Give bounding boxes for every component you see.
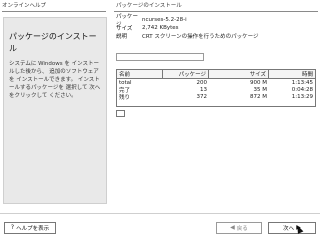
help-description: システムに Windows を インストールした後から、 追加のソフトウェアを … xyxy=(9,61,101,99)
info-row-size: サイズ 2,742 KBytes xyxy=(116,24,316,32)
help-icon: ? xyxy=(10,224,15,231)
info-key: 説明 xyxy=(116,34,128,40)
help-panel: パッケージのインストール システムに Windows を インストールした後から… xyxy=(3,17,107,204)
detail-toggle-box[interactable] xyxy=(116,110,125,117)
cell-name: 残り xyxy=(119,94,131,101)
info-key: サイズ xyxy=(116,26,133,32)
arrow-left-icon: ◀ xyxy=(230,224,235,231)
back-button[interactable]: ◀ 戻る xyxy=(216,222,262,234)
help-button[interactable]: ? ヘルプを表示 xyxy=(4,222,56,234)
package-filter-input[interactable] xyxy=(116,53,204,61)
info-value: ncurses-5.2-28-i xyxy=(142,17,187,23)
column-header-packages: パッケージ xyxy=(163,70,209,78)
column-header-name: 名前 xyxy=(117,70,163,78)
next-button[interactable]: 次へ ▶ xyxy=(268,222,316,234)
info-row-description: 説明 CRT スクリーンの操作を行うためのパッケージ xyxy=(116,32,316,40)
button-bar-divider xyxy=(0,213,320,214)
page-title: パッケージのインストール xyxy=(116,3,182,9)
package-info: パッケージ ncurses-5.2-28-i サイズ 2,742 KBytes … xyxy=(116,14,316,40)
cell-time: 0:04:28 xyxy=(291,86,313,93)
cell-size: 872 M xyxy=(250,93,267,100)
next-button-label: 次へ xyxy=(283,226,295,232)
cell-packages: 372 xyxy=(196,93,208,100)
help-button-label: ヘルプを表示 xyxy=(16,226,50,232)
table-header: 名前 パッケージ サイズ 時間 xyxy=(117,70,315,79)
info-value: CRT スクリーンの操作を行うためのパッケージ xyxy=(142,34,259,40)
info-value: 2,742 KBytes xyxy=(142,25,179,31)
table-row: 残り 372 872 M 1:13:29 xyxy=(117,93,315,101)
cell-packages: 200 xyxy=(196,79,208,86)
column-header-size: サイズ xyxy=(209,70,269,78)
info-row-package: パッケージ ncurses-5.2-28-i xyxy=(116,14,316,28)
right-title-bar: パッケージのインストール xyxy=(116,0,182,10)
progress-table: 名前 パッケージ サイズ 時間 total 200 900 M 1:13:45 … xyxy=(116,69,316,107)
right-title-divider xyxy=(114,11,318,12)
back-button-label: 戻る xyxy=(236,226,248,232)
cell-time: 1:13:29 xyxy=(291,93,313,100)
column-header-time: 時間 xyxy=(269,70,315,78)
left-title-divider xyxy=(2,11,106,12)
installer-window: オンラインヘルプ パッケージのインストール システムに Windows を イン… xyxy=(0,0,320,240)
cell-time: 1:13:45 xyxy=(291,79,313,86)
cell-packages: 13 xyxy=(200,86,207,93)
left-title-bar: オンラインヘルプ xyxy=(2,0,102,10)
cell-size: 35 M xyxy=(253,86,268,93)
help-heading: パッケージのインストール xyxy=(9,32,97,53)
online-help-title: オンラインヘルプ xyxy=(2,3,47,9)
cell-size: 900 M xyxy=(250,79,267,86)
